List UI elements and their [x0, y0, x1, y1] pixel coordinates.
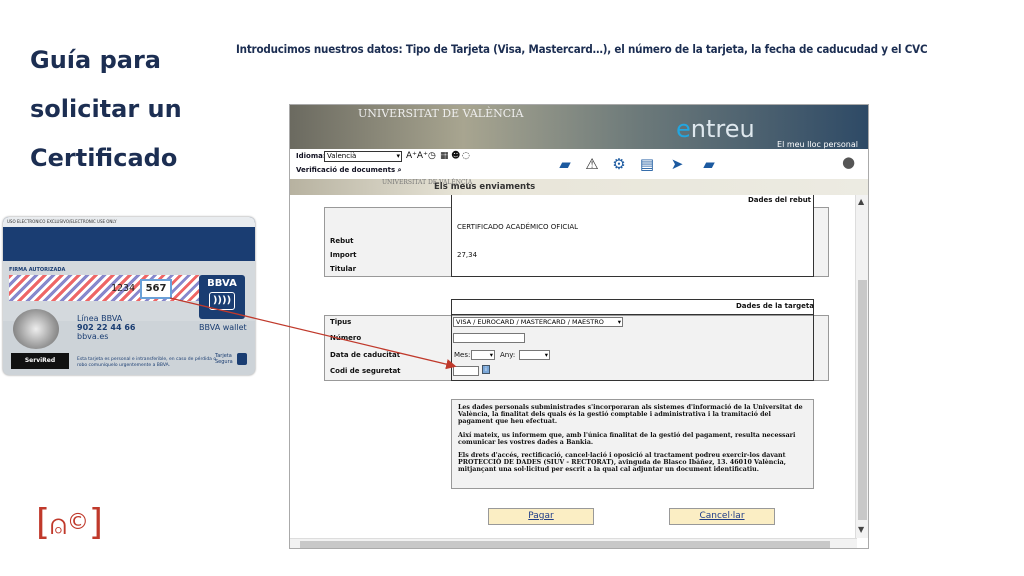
warning-icon[interactable]: ⚠ [583, 155, 601, 173]
scroll-down-icon[interactable]: ▼ [858, 525, 864, 534]
linea-bbva: Línea BBVA 902 22 44 66 bbva.es [77, 314, 136, 341]
servired-logo: ServiRed [11, 353, 69, 369]
titular-label: Titular [330, 265, 357, 273]
bank-card-image: USO ELECTRONICO EXCLUSIVO/ELECTRONIC USE… [3, 217, 255, 375]
app-header: UNIVERSITAT DE VALÈNCIA entreu El meu ll… [290, 105, 868, 149]
card-top-band: USO ELECTRONICO EXCLUSIVO/ELECTRONIC USE… [3, 217, 255, 261]
privacy-notice: Les dades personals subministrades s'inc… [451, 399, 814, 489]
numero-label: Número [330, 334, 362, 342]
clock-icon[interactable]: ◷ [428, 151, 436, 161]
chat-icon[interactable]: ◌ [462, 151, 470, 161]
title-line-3: Certificado [30, 144, 178, 172]
send-icon[interactable]: ➤ [668, 155, 686, 173]
scroll-up-icon[interactable]: ▲ [858, 197, 864, 206]
font-increase-icon[interactable]: A⁺A⁺ [406, 151, 428, 161]
content-area: Dades del rebut CERTIFICADO ACADÉMICO OF… [290, 195, 857, 538]
card-fine-print: Esta tarjeta es personal e intransferibl… [77, 357, 217, 368]
bbva-brand: BBVA [207, 278, 237, 289]
document-icon[interactable]: ▤ [638, 155, 656, 173]
month-select[interactable]: ▾ [471, 350, 495, 360]
rebut-concept: CERTIFICADO ACADÉMICO OFICIAL [457, 223, 579, 231]
tipus-label: Tipus [330, 318, 352, 326]
settings-icon[interactable]: ⚙ [610, 155, 628, 173]
search-icon: ⌕ [397, 166, 402, 174]
targeta-heading: Dades de la targeta [736, 302, 815, 310]
title-line-2: solicitar un [30, 95, 182, 123]
upload-icon[interactable]: ▰ [700, 155, 718, 173]
bbva-wallet-label: BBVA wallet [199, 323, 247, 332]
card-cvc: 567 [140, 279, 172, 299]
language-select[interactable]: Valencià ▾ [324, 151, 402, 162]
month-label: Mes: [454, 351, 471, 359]
pay-button[interactable]: Pagar [488, 508, 594, 525]
user-avatar-icon[interactable]: ● [842, 153, 860, 173]
horizontal-scrollbar[interactable] [290, 538, 857, 548]
rebut-heading: Dades del rebut [748, 196, 812, 204]
hologram-icon [13, 309, 59, 349]
folder-icon[interactable]: ▰ [556, 155, 574, 173]
users-icon[interactable]: ☻ [451, 151, 460, 161]
intro-text: Introducimos nuestros datos: Tipo de Tar… [236, 42, 928, 56]
card-number-partial: 1234 [111, 283, 136, 294]
contactless-icon: )))) [209, 292, 235, 310]
vertical-scrollbar[interactable]: ▲ ▼ [855, 195, 868, 538]
entreu-logo: entreu [676, 115, 755, 143]
personal-link[interactable]: El meu lloc personal [777, 140, 858, 149]
section-bar: UNIVERSITAT DE VALÈNCIA Els meus enviame… [290, 179, 868, 195]
import-value: 27,34 [457, 251, 478, 259]
title-line-1: Guía para [30, 46, 161, 74]
card-number-input[interactable] [453, 333, 525, 343]
app-screenshot: UNIVERSITAT DE VALÈNCIA entreu El meu ll… [289, 104, 869, 549]
import-label: Import [330, 251, 357, 259]
cancel-button[interactable]: Cancel·lar [669, 508, 775, 525]
university-name: UNIVERSITAT DE VALÈNCIA [358, 107, 524, 120]
card-type-select[interactable]: VISA / EUROCARD / MASTERCARD / MAESTRO ▾ [453, 317, 623, 327]
info-icon[interactable]: i [482, 365, 490, 374]
section-title: Els meus enviaments [434, 182, 536, 192]
calendar-icon[interactable]: ▦ [440, 151, 449, 161]
slide-title: Guía para solicitar un Certificado [30, 36, 230, 183]
expiry-label: Data de caducitat [330, 351, 401, 359]
signature-label: FIRMA AUTORIZADA [9, 267, 66, 273]
cvc-input[interactable] [453, 366, 479, 376]
brand-logo-icon: [⍝©] [36, 502, 103, 543]
verificacio-link[interactable]: Verificació de documents ⌕ [296, 166, 402, 175]
year-select[interactable]: ▾ [519, 350, 550, 360]
tarjeta-segura: Tarjeta Segura [215, 353, 247, 365]
cvc-label: Codi de seguretat [330, 367, 401, 375]
bbva-logo: BBVA )))) [199, 275, 245, 319]
lock-icon [237, 353, 247, 365]
card-strip-text: USO ELECTRONICO EXCLUSIVO/ELECTRONIC USE… [3, 217, 255, 227]
idioma-label: Idioma: [296, 152, 326, 160]
year-label: Any: [500, 351, 516, 359]
rebut-label: Rebut [330, 237, 354, 245]
